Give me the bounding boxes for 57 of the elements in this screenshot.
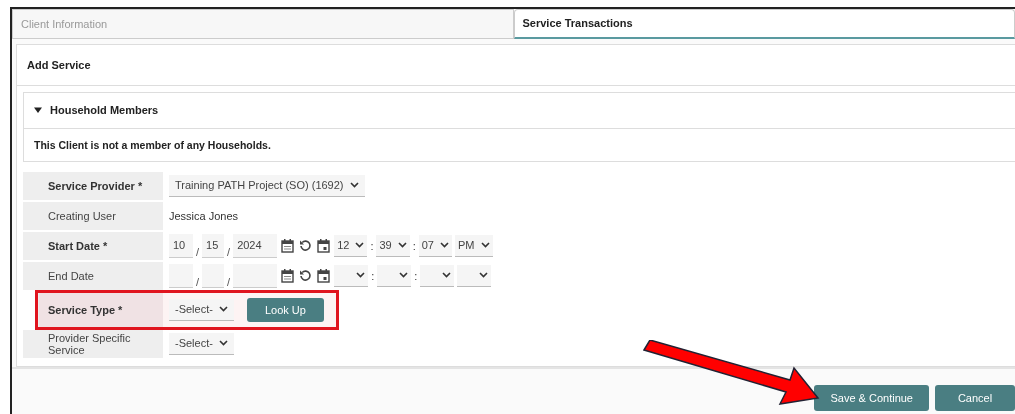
time-separator: :	[414, 269, 418, 282]
dropdown[interactable]: 39	[376, 234, 410, 257]
dropdown[interactable]	[420, 264, 455, 287]
field-label: End Date	[39, 261, 163, 290]
field-label: Service Type *	[39, 291, 163, 328]
caret-icon	[355, 242, 365, 248]
caret-icon	[397, 242, 407, 248]
caret-icon	[399, 272, 409, 278]
month-field[interactable]	[169, 263, 193, 288]
field-label: Creating User	[39, 201, 163, 230]
date-separator: /	[196, 245, 200, 260]
field-label: Start Date *	[39, 231, 163, 260]
dropdown[interactable]: -Select-	[169, 332, 234, 355]
year-field[interactable]	[233, 263, 278, 288]
dropdown[interactable]: 12	[334, 234, 368, 257]
caret-icon	[479, 272, 489, 278]
dropdown[interactable]: -Select-	[169, 298, 234, 321]
field-label: Service Provider *	[39, 171, 163, 200]
time-separator: :	[412, 239, 416, 252]
caret-icon	[440, 242, 449, 248]
caret-icon	[218, 340, 228, 346]
section-title: Add Service	[27, 58, 91, 71]
triangle-icon[interactable]	[34, 106, 42, 114]
dropdown[interactable]: 07	[418, 234, 452, 257]
time-separator: :	[371, 269, 375, 282]
time-separator: :	[370, 239, 374, 252]
dropdown[interactable]	[334, 264, 369, 287]
panel-title[interactable]: Household Members	[50, 104, 159, 116]
calendar-icon[interactable]	[317, 238, 331, 253]
dropdown[interactable]: PM	[455, 234, 493, 257]
caret-icon	[349, 182, 359, 188]
caret-icon	[442, 272, 452, 278]
caret-icon	[356, 272, 366, 278]
calendar-icon[interactable]	[281, 238, 295, 253]
date-separator: /	[227, 245, 231, 260]
tab[interactable]: Service Transactions	[513, 9, 1015, 39]
dropdown[interactable]: Training PATH Project (SO) (1692)	[169, 174, 365, 197]
date-separator: /	[196, 275, 200, 290]
date-separator: /	[227, 275, 231, 290]
month-field[interactable]: 10	[169, 233, 193, 258]
reset-icon[interactable]	[299, 239, 313, 252]
field-label: Provider Specific Service	[39, 329, 163, 358]
year-field[interactable]: 2024	[233, 233, 278, 258]
calendar-icon[interactable]	[317, 268, 331, 283]
cancel-button[interactable]: Cancel	[935, 384, 1015, 411]
day-field[interactable]: 15	[202, 233, 225, 258]
caret-icon	[480, 242, 490, 248]
save-continue-button[interactable]: Save & Continue	[814, 384, 929, 411]
look-up-button[interactable]: Look Up	[246, 297, 324, 322]
dropdown[interactable]	[377, 264, 412, 287]
field-value: Jessica Jones	[169, 209, 239, 222]
info-message: This Client is not a member of any Households.	[34, 138, 271, 151]
day-field[interactable]	[202, 263, 225, 288]
dropdown[interactable]	[457, 264, 492, 287]
caret-icon	[218, 306, 228, 312]
reset-icon[interactable]	[299, 269, 313, 282]
calendar-icon[interactable]	[281, 268, 295, 283]
